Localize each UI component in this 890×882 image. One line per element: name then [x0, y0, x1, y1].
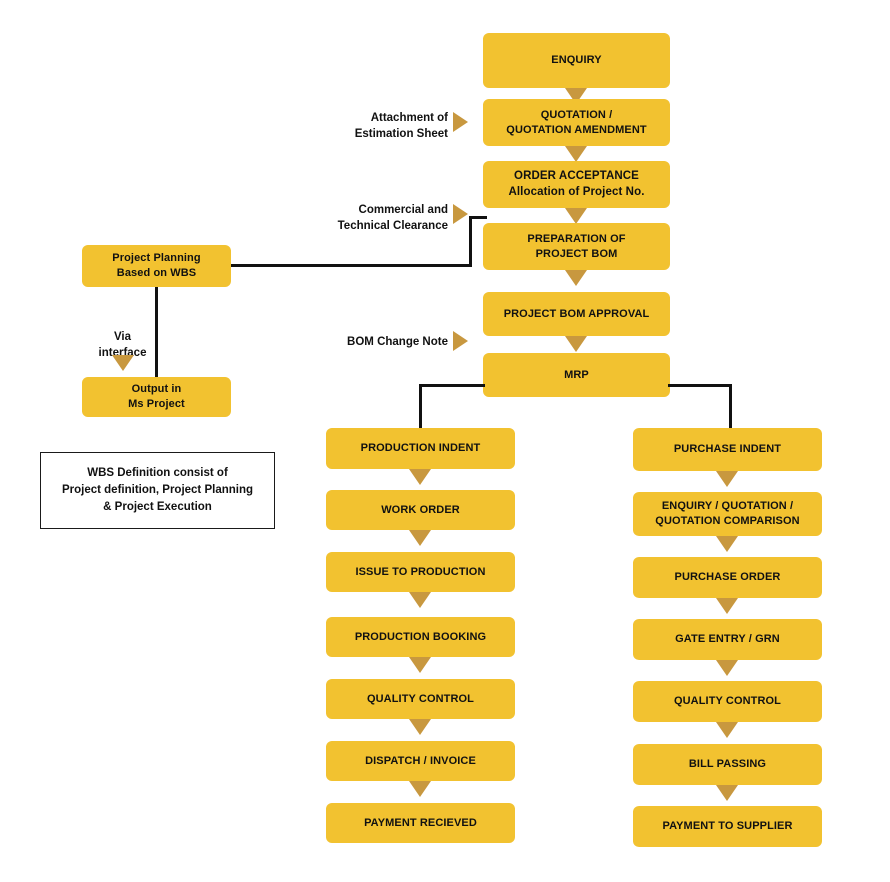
connector-planning-to-bom-entry [469, 216, 487, 219]
side-label-line-2: Technical Clearance [337, 220, 448, 233]
side-label-attachment-of-estimation-sheet: Attachment of Estimation Sheet [283, 110, 448, 142]
arrow-production-booking-to-quality-control [409, 657, 431, 673]
node-line-1: DISPATCH / INVOICE [365, 754, 476, 767]
side-label-line-2: Estimation Sheet [354, 128, 448, 141]
node-gate-entry-grn[interactable]: GATE ENTRY / GRN [633, 619, 822, 660]
node-bill-passing[interactable]: BILL PASSING [633, 744, 822, 785]
node-production-booking[interactable]: PRODUCTION BOOKING [326, 617, 515, 657]
node-quotation[interactable]: QUOTATION / QUOTATION AMENDMENT [483, 99, 670, 146]
node-line-2: Allocation of Project No. [508, 185, 645, 198]
node-line-1: PAYMENT TO SUPPLIER [662, 820, 793, 833]
arrow-purchase-order-to-gate-entry [716, 598, 738, 614]
node-quality-control-purchase[interactable]: QUALITY CONTROL [633, 681, 822, 722]
node-work-order[interactable]: WORK ORDER [326, 490, 515, 530]
label-line-1: Via [113, 331, 132, 343]
node-dispatch-invoice[interactable]: DISPATCH / INVOICE [326, 741, 515, 781]
node-line-1: Project Planning [112, 252, 201, 265]
node-order-acceptance[interactable]: ORDER ACCEPTANCE Allocation of Project N… [483, 161, 670, 208]
connector-mrp-to-purchase-horizontal [668, 384, 732, 387]
node-project-planning-based-on-wbs[interactable]: Project Planning Based on WBS [82, 245, 231, 287]
node-line-1: PRODUCTION INDENT [360, 442, 481, 455]
node-production-indent[interactable]: PRODUCTION INDENT [326, 428, 515, 469]
arrow-issue-to-production-to-production-booking [409, 592, 431, 608]
node-line-2: PROJECT BOM [535, 247, 618, 260]
node-issue-to-production[interactable]: ISSUE TO PRODUCTION [326, 552, 515, 592]
marker-triangle-bom-change-note-icon [453, 331, 468, 351]
arrow-production-indent-to-work-order [409, 469, 431, 485]
arrow-gate-entry-to-quality-control [716, 660, 738, 676]
side-label-line-1: Commercial and [358, 204, 448, 216]
node-line-1: ORDER ACCEPTANCE [514, 169, 639, 182]
arrow-enquiry-quotation-to-purchase-order [716, 536, 738, 552]
side-label-bom-change-note: BOM Change Note [283, 334, 448, 350]
arrow-quality-control-to-dispatch [409, 719, 431, 735]
arrow-bom-approval-to-mrp [565, 336, 587, 352]
node-line-1: PAYMENT RECIEVED [364, 816, 477, 829]
node-line-2: Based on WBS [116, 267, 197, 279]
side-label-commercial-and-technical-clearance: Commercial and Technical Clearance [283, 202, 448, 234]
note-line-3: & Project Execution [103, 501, 212, 514]
node-mrp[interactable]: MRP [483, 353, 670, 397]
connector-planning-to-bom-horizontal [231, 264, 472, 267]
node-quality-control-production[interactable]: QUALITY CONTROL [326, 679, 515, 719]
node-enquiry[interactable]: ENQUIRY [483, 33, 670, 88]
node-line-1: BILL PASSING [688, 758, 767, 771]
connector-mrp-to-production-horizontal [419, 384, 485, 387]
node-preparation-of-project-bom[interactable]: PREPARATION OF PROJECT BOM [483, 223, 670, 270]
node-line-1: ISSUE TO PRODUCTION [355, 565, 486, 578]
node-line-1: ENQUIRY [551, 54, 602, 67]
node-line-1: PREPARATION OF [527, 232, 626, 245]
node-line-2: QUOTATION AMENDMENT [506, 123, 647, 136]
node-payment-to-supplier[interactable]: PAYMENT TO SUPPLIER [633, 806, 822, 847]
note-wbs-definition: WBS Definition consist of Project defini… [40, 452, 275, 529]
note-line-2: Project definition, Project Planning [61, 483, 254, 496]
connector-mrp-to-production-vertical [419, 384, 422, 430]
arrow-dispatch-to-payment-recieved [409, 781, 431, 797]
node-project-bom-approval[interactable]: PROJECT BOM APPROVAL [483, 292, 670, 336]
flowchart-canvas: ENQUIRY QUOTATION / QUOTATION AMENDMENT … [0, 0, 890, 882]
note-line-1: WBS Definition consist of [87, 466, 228, 479]
connector-planning-to-output-vertical [155, 287, 158, 378]
marker-triangle-technical-clearance-icon [453, 204, 468, 224]
node-output-in-ms-project[interactable]: Output in Ms Project [82, 377, 231, 417]
node-line-1: QUOTATION / [540, 108, 613, 121]
arrow-quotation-to-order-acceptance [565, 146, 587, 162]
arrow-order-acceptance-to-bom-prep [565, 208, 587, 224]
node-line-1: MRP [564, 368, 589, 381]
node-purchase-order[interactable]: PURCHASE ORDER [633, 557, 822, 598]
node-line-1: ENQUIRY / QUOTATION / [661, 500, 794, 513]
arrow-quality-control-to-bill-passing [716, 722, 738, 738]
node-line-2: QUOTATION COMPARISON [655, 515, 800, 527]
node-line-1: GATE ENTRY / GRN [675, 633, 780, 646]
arrow-work-order-to-issue-to-production [409, 530, 431, 546]
arrow-bill-passing-to-payment-to-supplier [716, 785, 738, 801]
node-enquiry-quotation-comparison[interactable]: ENQUIRY / QUOTATION / QUOTATION COMPARIS… [633, 492, 822, 536]
connector-mrp-to-purchase-vertical [729, 384, 732, 430]
arrow-via-interface-to-output [112, 355, 134, 371]
node-purchase-indent[interactable]: PURCHASE INDENT [633, 428, 822, 471]
node-line-2: Ms Project [128, 398, 185, 410]
node-line-1: PURCHASE INDENT [673, 443, 782, 456]
node-line-1: Output in [131, 383, 182, 396]
side-label-line-1: Attachment of [370, 112, 448, 124]
side-label-line-1: BOM Change Note [347, 336, 448, 348]
node-line-1: PRODUCTION BOOKING [354, 630, 487, 643]
node-payment-recieved[interactable]: PAYMENT RECIEVED [326, 803, 515, 843]
node-line-1: WORK ORDER [381, 503, 460, 516]
marker-triangle-estimation-sheet-icon [453, 112, 468, 132]
arrow-bom-prep-to-bom-approval [565, 270, 587, 286]
connector-planning-to-bom-vertical [469, 216, 472, 267]
node-line-1: PURCHASE ORDER [674, 571, 781, 584]
arrow-purchase-indent-to-enquiry-quotation [716, 471, 738, 487]
node-line-1: QUALITY CONTROL [366, 692, 474, 705]
node-line-1: PROJECT BOM APPROVAL [503, 307, 650, 320]
node-line-1: QUALITY CONTROL [673, 695, 781, 708]
